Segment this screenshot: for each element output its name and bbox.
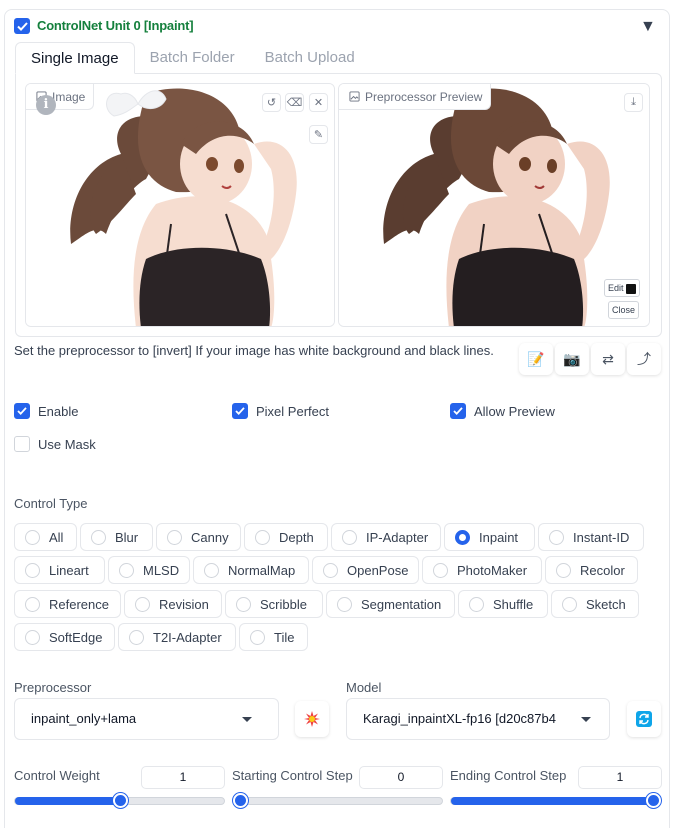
control-type-sketch[interactable]: Sketch <box>551 590 639 618</box>
tab-batch-folder[interactable]: Batch Folder <box>135 42 250 74</box>
uploaded-image <box>26 84 334 326</box>
control-type-inpaint[interactable]: Inpaint <box>444 523 535 551</box>
slider-thumb[interactable] <box>646 793 661 808</box>
tab-single-image[interactable]: Single Image <box>15 42 135 74</box>
control-type-instant-id[interactable]: Instant-ID <box>538 523 644 551</box>
eraser-icon[interactable]: ⌫ <box>285 93 304 112</box>
preprocessor-dropdown[interactable]: inpaint_only+lama <box>14 698 279 740</box>
info-icon[interactable]: i <box>36 95 56 115</box>
use-mask-checkbox[interactable]: Use Mask <box>14 436 96 452</box>
pixel-perfect-checkbox[interactable]: Pixel Perfect <box>232 403 329 419</box>
control-type-photomaker[interactable]: PhotoMaker <box>422 556 542 584</box>
control-type-label: Control Type <box>14 496 88 511</box>
enable-checkbox[interactable]: Enable <box>14 403 78 419</box>
hint-text: Set the preprocessor to [invert] If your… <box>14 343 494 358</box>
control-type-recolor[interactable]: Recolor <box>545 556 638 584</box>
control-type-scribble[interactable]: Scribble <box>225 590 323 618</box>
ending-step-label: Ending Control Step <box>450 768 567 783</box>
control-type-all[interactable]: All <box>14 523 77 551</box>
close-button[interactable]: Close <box>608 301 640 319</box>
image-tabs: Single Image Batch Folder Batch Upload <box>15 42 370 74</box>
collapse-chevron-down-icon[interactable]: ▼ <box>640 18 656 36</box>
starting-step-label: Starting Control Step <box>232 768 353 783</box>
allow-preview-checkbox[interactable]: Allow Preview <box>450 403 555 419</box>
control-type-segmentation[interactable]: Segmentation <box>326 590 455 618</box>
control-type-blur[interactable]: Blur <box>80 523 153 551</box>
control-type-shuffle[interactable]: Shuffle <box>458 590 548 618</box>
control-type-tile[interactable]: Tile <box>239 623 308 651</box>
brush-icon[interactable]: ✎ <box>309 125 328 144</box>
control-type-softedge[interactable]: SoftEdge <box>14 623 115 651</box>
control-type-mlsd[interactable]: MLSD <box>108 556 190 584</box>
control-type-canny[interactable]: Canny <box>156 523 241 551</box>
unit-title[interactable]: ControlNet Unit 0 [Inpaint] <box>37 18 194 33</box>
control-type-openpose[interactable]: OpenPose <box>312 556 419 584</box>
ending-step-input[interactable]: 1 <box>578 766 662 789</box>
camera-icon[interactable]: 📷 <box>555 343 589 375</box>
control-type-normalmap[interactable]: NormalMap <box>193 556 309 584</box>
chevron-down-icon <box>581 717 591 722</box>
chevron-down-icon <box>242 717 252 722</box>
refresh-icon[interactable] <box>627 701 661 737</box>
control-type-ip-adapter[interactable]: IP-Adapter <box>331 523 441 551</box>
preview-pane-label: Preprocessor Preview <box>339 84 492 110</box>
preprocessor-label: Preprocessor <box>14 680 92 695</box>
edit-button[interactable]: Edit <box>604 279 641 297</box>
starting-step-slider[interactable] <box>232 793 443 808</box>
control-type-reference[interactable]: Reference <box>14 590 121 618</box>
control-weight-input[interactable]: 1 <box>141 766 225 789</box>
tab-batch-upload[interactable]: Batch Upload <box>250 42 370 74</box>
starting-step-input[interactable]: 0 <box>359 766 443 789</box>
edit-doc-icon[interactable]: 📝 <box>519 343 553 375</box>
image-icon <box>349 91 360 102</box>
unit-enable-checkbox[interactable] <box>14 18 30 34</box>
undo-icon[interactable]: ↺ <box>262 93 281 112</box>
slider-thumb[interactable] <box>113 793 128 808</box>
image-canvas[interactable]: Image ↺ ⌫ ✕ ✎ <box>25 83 335 327</box>
control-type-lineart[interactable]: Lineart <box>14 556 105 584</box>
control-type-depth[interactable]: Depth <box>244 523 328 551</box>
slider-thumb[interactable] <box>233 793 248 808</box>
explosion-icon[interactable] <box>295 701 329 737</box>
control-type-t2i-adapter[interactable]: T2I-Adapter <box>118 623 236 651</box>
ending-step-slider[interactable] <box>450 793 661 808</box>
download-icon[interactable]: ⤓ <box>624 93 643 112</box>
control-weight-slider[interactable] <box>14 793 225 808</box>
curve-icon[interactable]: ⤴ <box>627 343 661 375</box>
control-type-revision[interactable]: Revision <box>124 590 222 618</box>
control-weight-label: Control Weight <box>14 768 100 783</box>
model-label: Model <box>346 680 382 695</box>
preprocessor-preview-canvas: Preprocessor Preview ⤓ Edit Close <box>338 83 650 327</box>
swap-icon[interactable]: ⇄ <box>591 343 625 375</box>
close-icon[interactable]: ✕ <box>309 93 328 112</box>
model-dropdown[interactable]: Karagi_inpaintXL-fp16 [d20c87b4 <box>346 698 610 740</box>
